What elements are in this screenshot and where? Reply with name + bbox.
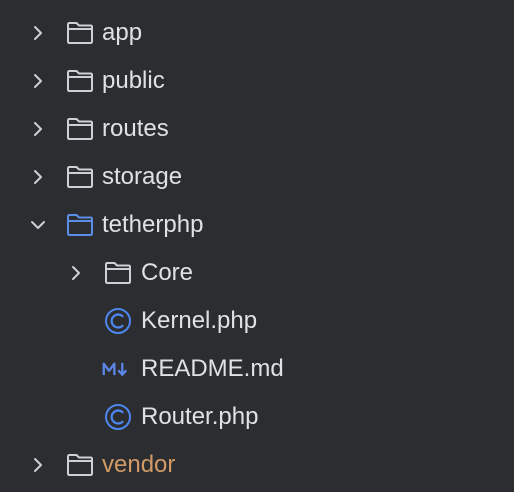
chevron-right-icon[interactable] (26, 117, 50, 141)
tree-item-kernel-php[interactable]: Kernel.php (0, 297, 514, 345)
markdown-icon (102, 362, 128, 376)
folder-icon (67, 70, 93, 92)
folder-icon (67, 118, 93, 140)
tree-item-label: README.md (141, 355, 284, 382)
chevron-right-icon[interactable] (26, 453, 50, 477)
folder-icon (105, 262, 131, 284)
folder-icon (67, 166, 93, 188)
folder-open-icon (67, 214, 93, 236)
tree-item-label: public (102, 67, 165, 94)
tree-item-app[interactable]: app (0, 9, 514, 57)
tree-item-label: Kernel.php (141, 307, 258, 334)
php-class-icon (105, 308, 131, 334)
project-tree: app public routes storage tetherphp Core… (0, 0, 514, 492)
tree-item-label: Core (141, 259, 194, 286)
tree-item-core[interactable]: Core (0, 249, 514, 297)
php-class-icon (105, 404, 131, 430)
tree-item-label: Router.php (141, 403, 259, 430)
folder-icon (67, 454, 93, 476)
chevron-down-icon[interactable] (26, 213, 50, 237)
folder-icon (67, 22, 93, 44)
tree-item-readme-md[interactable]: README.md (0, 345, 514, 393)
chevron-right-icon[interactable] (26, 69, 50, 93)
tree-item-public[interactable]: public (0, 57, 514, 105)
chevron-right-icon[interactable] (64, 261, 88, 285)
tree-item-label: app (102, 19, 143, 46)
tree-item-label: routes (102, 115, 169, 142)
tree-item-vendor[interactable]: vendor (0, 441, 514, 489)
tree-item-storage[interactable]: storage (0, 153, 514, 201)
tree-item-routes[interactable]: routes (0, 105, 514, 153)
tree-item-label: vendor (102, 451, 176, 478)
chevron-right-icon[interactable] (26, 165, 50, 189)
tree-item-router-php[interactable]: Router.php (0, 393, 514, 441)
tree-item-tetherphp[interactable]: tetherphp (0, 201, 514, 249)
chevron-right-icon[interactable] (26, 21, 50, 45)
tree-item-label: storage (102, 163, 183, 190)
tree-item-label: tetherphp (102, 211, 204, 238)
